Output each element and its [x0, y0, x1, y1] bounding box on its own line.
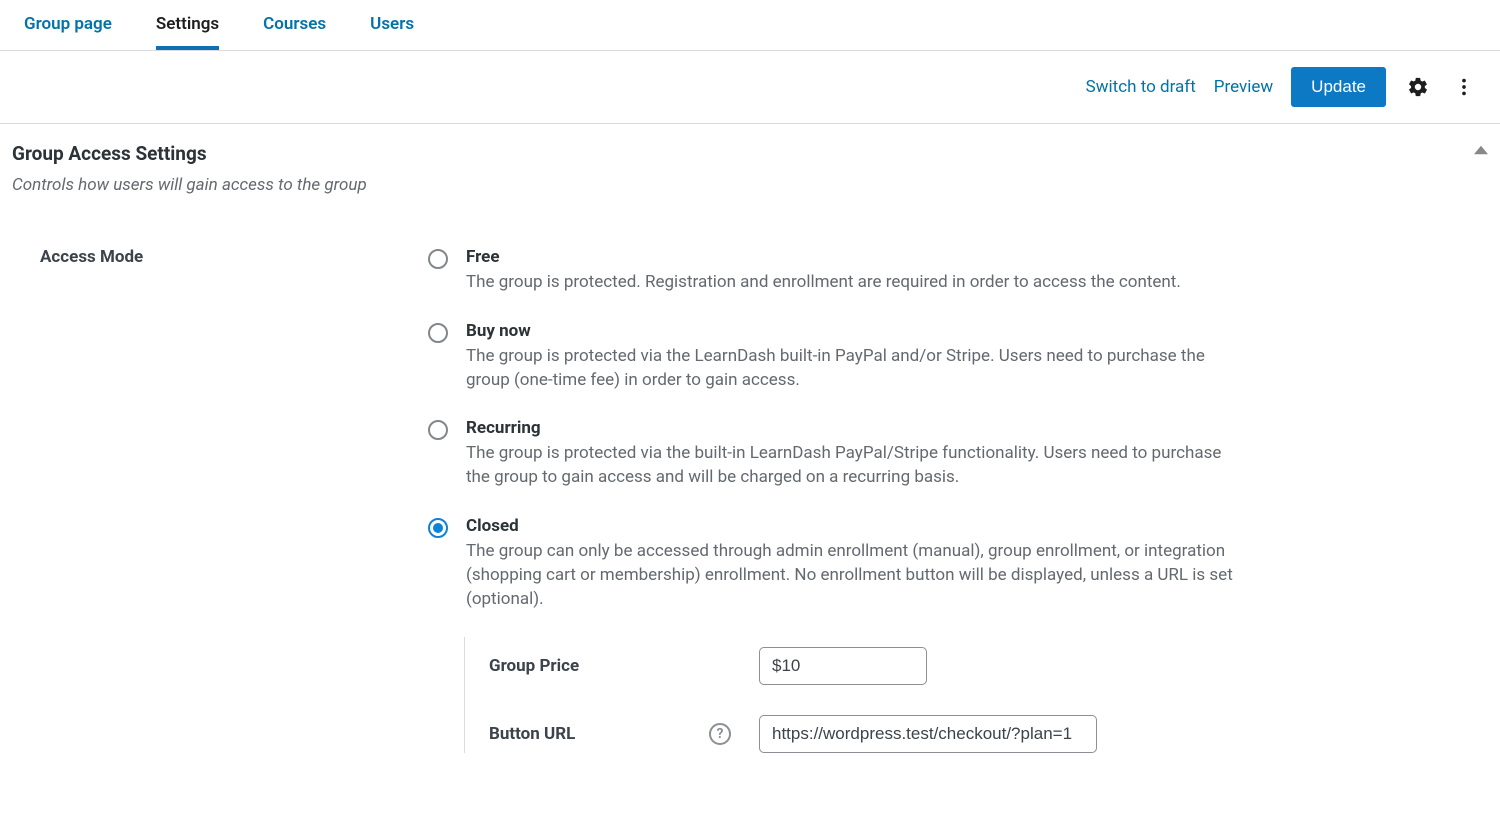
closed-subfields: Group Price Button URL ? — [464, 637, 1488, 753]
option-title: Free — [466, 247, 1181, 267]
settings-panel: Group Access Settings Controls how users… — [0, 124, 1500, 813]
access-mode-option-free[interactable]: Free The group is protected. Registratio… — [428, 247, 1248, 295]
access-mode-option-closed[interactable]: Closed The group can only be accessed th… — [428, 516, 1248, 611]
option-desc: The group can only be accessed through a… — [466, 540, 1248, 611]
option-title: Recurring — [466, 418, 1248, 438]
update-button[interactable]: Update — [1291, 67, 1386, 107]
access-mode-option-buynow[interactable]: Buy now The group is protected via the L… — [428, 321, 1248, 393]
more-icon[interactable] — [1450, 73, 1478, 101]
access-mode-options: Free The group is protected. Registratio… — [428, 247, 1488, 783]
switch-draft-link[interactable]: Switch to draft — [1086, 77, 1196, 97]
access-mode-setting: Access Mode Free The group is protected.… — [12, 247, 1488, 783]
option-desc: The group is protected via the LearnDash… — [466, 345, 1248, 393]
radio-closed[interactable] — [428, 518, 448, 538]
group-price-row: Group Price — [489, 647, 1488, 685]
button-url-row: Button URL ? — [489, 715, 1488, 753]
option-desc: The group is protected via the built-in … — [466, 442, 1248, 490]
tabs-nav: Group page Settings Courses Users — [0, 0, 1500, 51]
collapse-icon[interactable] — [1474, 142, 1488, 161]
help-icon[interactable]: ? — [709, 723, 731, 745]
group-price-label: Group Price — [489, 656, 689, 676]
gear-icon[interactable] — [1404, 73, 1432, 101]
option-title: Closed — [466, 516, 1248, 536]
tab-group-page[interactable]: Group page — [24, 0, 112, 50]
option-desc: The group is protected. Registration and… — [466, 271, 1181, 295]
access-mode-option-recurring[interactable]: Recurring The group is protected via the… — [428, 418, 1248, 490]
radio-recurring[interactable] — [428, 420, 448, 440]
access-mode-label: Access Mode — [12, 247, 388, 783]
panel-description: Controls how users will gain access to t… — [12, 175, 1488, 195]
radio-buynow[interactable] — [428, 323, 448, 343]
group-price-input[interactable] — [759, 647, 927, 685]
tab-users[interactable]: Users — [370, 0, 414, 50]
preview-link[interactable]: Preview — [1214, 77, 1273, 97]
panel-title: Group Access Settings — [12, 142, 1488, 165]
tab-settings[interactable]: Settings — [156, 0, 219, 50]
button-url-label: Button URL — [489, 724, 689, 744]
option-title: Buy now — [466, 321, 1248, 341]
radio-free[interactable] — [428, 249, 448, 269]
button-url-input[interactable] — [759, 715, 1097, 753]
tab-courses[interactable]: Courses — [263, 0, 326, 50]
editor-toolbar: Switch to draft Preview Update — [0, 51, 1500, 124]
